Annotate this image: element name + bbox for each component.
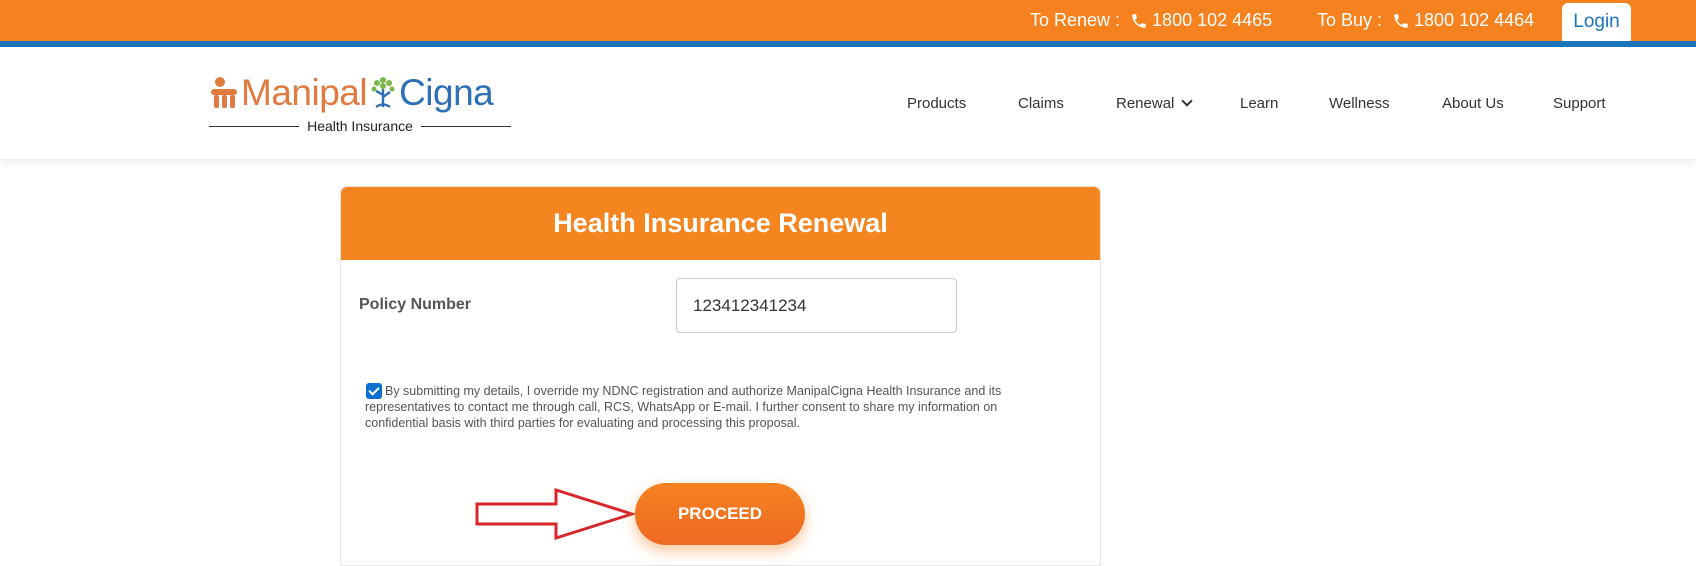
phone-icon bbox=[1132, 13, 1146, 28]
brand-manipal: Manipal bbox=[241, 72, 368, 113]
nav-learn[interactable]: Learn bbox=[1240, 95, 1278, 112]
chevron-down-icon bbox=[1181, 95, 1194, 107]
cigna-tree-icon bbox=[371, 77, 395, 108]
nav-about-us[interactable]: About Us bbox=[1442, 95, 1504, 112]
nav-claims[interactable]: Claims bbox=[1018, 95, 1064, 112]
form-title: Health Insurance Renewal bbox=[553, 208, 888, 238]
logo-divider-left bbox=[209, 125, 300, 127]
logo-subtitle: Health Insurance bbox=[307, 118, 413, 134]
brand-cigna: Cigna bbox=[399, 72, 494, 113]
nav-wellness[interactable]: Wellness bbox=[1329, 95, 1390, 112]
nav-products[interactable]: Products bbox=[907, 95, 966, 112]
renew-contact[interactable]: To Renew : 1800 102 4465 bbox=[1030, 10, 1272, 31]
manipal-pillar-icon bbox=[211, 77, 237, 108]
consent-text-block: By submitting my details, I override my … bbox=[365, 383, 1045, 431]
login-button[interactable]: Login bbox=[1562, 3, 1631, 41]
policy-number-input[interactable] bbox=[676, 278, 957, 333]
buy-label: To Buy : bbox=[1317, 10, 1383, 30]
renew-label: To Renew : bbox=[1030, 10, 1121, 30]
form-header: Health Insurance Renewal bbox=[341, 187, 1100, 260]
phone-icon bbox=[1394, 13, 1408, 28]
buy-contact[interactable]: To Buy : 1800 102 4464 bbox=[1317, 10, 1534, 31]
site-header: Manipal Cigna Health Insurance Products … bbox=[0, 47, 1696, 160]
nav-renewal-label: Renewal bbox=[1116, 95, 1175, 112]
pointer-arrow-icon bbox=[475, 487, 636, 541]
nav-renewal[interactable]: Renewal bbox=[1116, 95, 1194, 112]
logo-divider-right bbox=[420, 125, 511, 127]
consent-text: By submitting my details, I override my … bbox=[365, 384, 1002, 430]
buy-phone: 1800 102 4464 bbox=[1414, 10, 1535, 30]
nav-support[interactable]: Support bbox=[1553, 95, 1606, 112]
logo-wordmark: Manipal Cigna bbox=[209, 72, 494, 114]
renew-phone: 1800 102 4465 bbox=[1152, 10, 1273, 30]
manipal-cigna-logo[interactable]: Manipal Cigna Health Insurance bbox=[209, 72, 511, 136]
logo-subtitle-row: Health Insurance bbox=[209, 118, 511, 134]
policy-number-label: Policy Number bbox=[359, 296, 472, 313]
proceed-button[interactable]: PROCEED bbox=[635, 483, 805, 545]
